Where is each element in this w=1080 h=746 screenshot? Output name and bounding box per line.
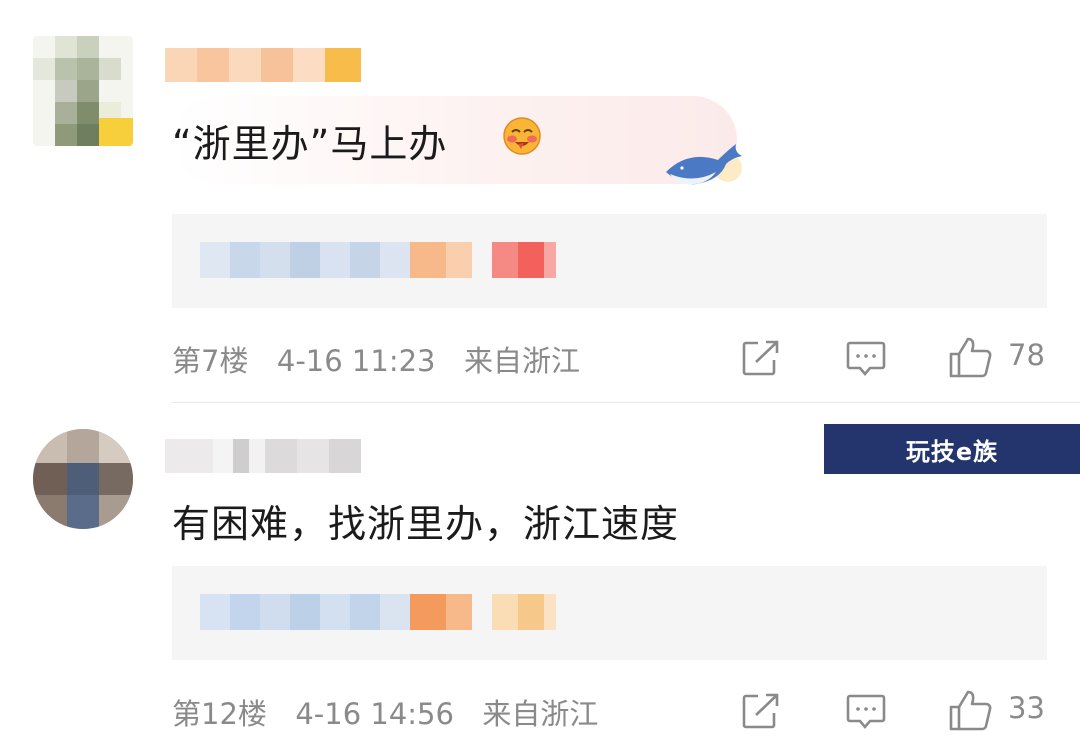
blush-emoji-icon xyxy=(503,117,541,155)
avatar[interactable] xyxy=(33,36,133,146)
comment-item: “浙里办”马上办 第7楼 4-16 11:23 来自浙江 78 xyxy=(0,0,1080,402)
comment-icon[interactable] xyxy=(846,693,886,731)
comment-text: 有困难，找浙里办，浙江速度 xyxy=(172,502,680,546)
quote-box[interactable] xyxy=(172,214,1047,308)
whale-icon xyxy=(666,144,742,185)
thumbs-up-icon[interactable] xyxy=(948,336,992,378)
comment-item: 有困难，找浙里办，浙江速度 第12楼 4-16 14:56 来自浙江 33 xyxy=(0,403,1080,746)
floor-number: 第7楼 xyxy=(172,344,249,378)
location: 来自浙江 xyxy=(482,697,599,731)
username[interactable] xyxy=(165,48,365,82)
quote-blurred-content xyxy=(200,242,560,278)
share-icon[interactable] xyxy=(742,693,780,729)
floor-number: 第12楼 xyxy=(172,697,267,731)
quote-blurred-content xyxy=(200,594,560,630)
thumbs-up-icon[interactable] xyxy=(948,689,992,731)
quote-box[interactable] xyxy=(172,566,1047,660)
comment-meta: 第12楼 4-16 14:56 来自浙江 xyxy=(172,691,598,733)
timestamp: 4-16 14:56 xyxy=(295,697,454,731)
comment-text: “浙里办”马上办 xyxy=(172,122,448,166)
username[interactable] xyxy=(165,439,365,473)
location: 来自浙江 xyxy=(463,344,580,378)
like-count: 33 xyxy=(1008,691,1045,725)
share-icon[interactable] xyxy=(742,340,780,376)
comment-meta: 第7楼 4-16 11:23 来自浙江 xyxy=(172,338,580,380)
timestamp: 4-16 11:23 xyxy=(276,344,436,378)
like-count: 78 xyxy=(1008,338,1045,372)
comment-icon[interactable] xyxy=(846,340,886,378)
avatar[interactable] xyxy=(33,429,133,529)
